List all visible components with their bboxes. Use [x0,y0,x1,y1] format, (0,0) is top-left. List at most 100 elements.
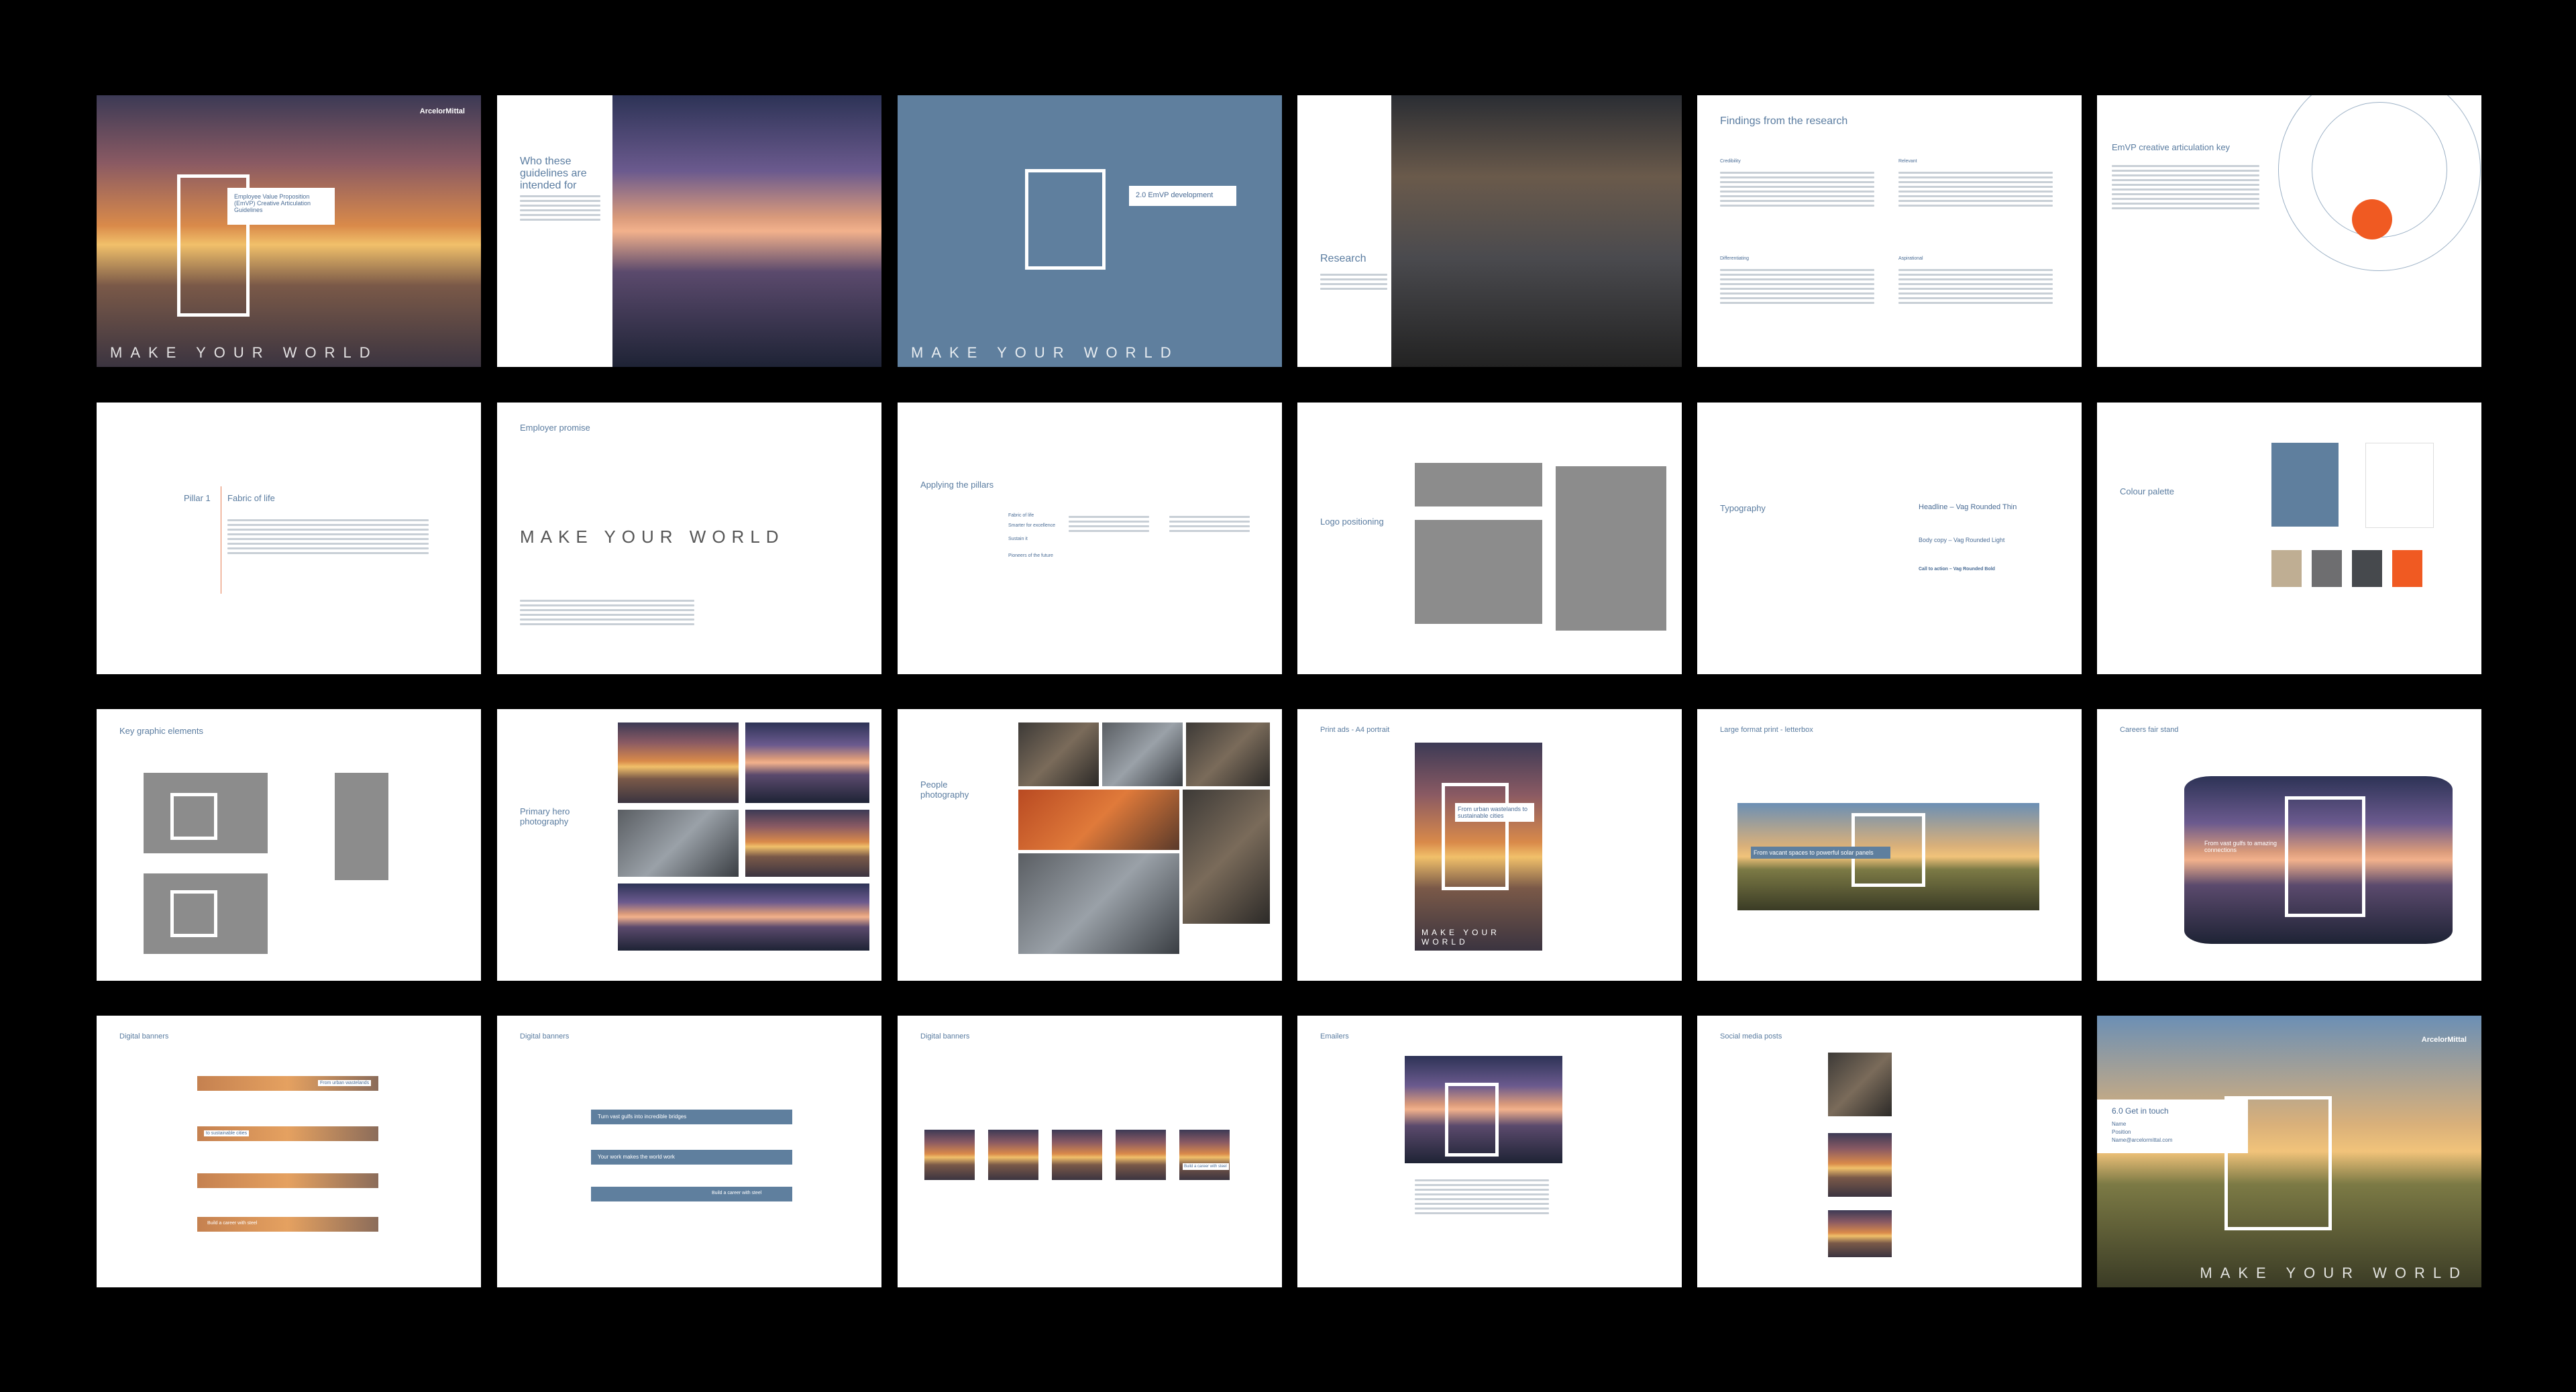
colour-title: Colour palette [2120,486,2174,496]
spread-key[interactable]: EmVP creative articulation key [2097,95,2481,367]
spread-letterbox[interactable]: Large format print - letterbox From vaca… [1697,709,2082,981]
stand-graphic: From vast gulfs to amazing connections [2184,776,2453,944]
spread-emailers[interactable]: Emailers [1297,1016,1682,1287]
people-photo-3 [1186,722,1270,786]
square-banner-2 [988,1130,1038,1180]
findings-body-4 [1898,266,2053,307]
print-ad: From urban wastelands to sustainable cit… [1415,743,1542,951]
findings-heading-2: Relevant [1898,159,1917,164]
social-post-1 [1828,1053,1892,1116]
swatch-gray [2312,550,2342,587]
spread-findings[interactable]: Findings from the research Credibility R… [1697,95,2082,367]
key-center-dot [2352,199,2392,239]
spread-who[interactable]: Who these guidelines are intended for [497,95,881,367]
people-photo-1 [1018,722,1099,786]
spread-logo[interactable]: Logo positioning [1297,403,1682,674]
logo-sample-1 [1415,463,1542,506]
findings-body-1 [1720,169,1874,209]
spread-pillars[interactable]: Applying the pillars Fabric of life Smar… [898,403,1282,674]
findings-body-2 [1898,169,2053,209]
spread-banners3[interactable]: Digital banners Build a career with stee… [898,1016,1282,1287]
findings-body-3 [1720,266,1874,307]
blue-banner-text-3: Build a career with steel [712,1191,762,1195]
emailer-body [1415,1177,1549,1217]
pillars-item-1: Fabric of life [1008,513,1034,518]
key-title: EmVP creative articulation key [2112,142,2231,152]
brand-logo: ArcelorMittal [2421,1036,2467,1044]
research-body [1320,271,1387,292]
spread-typography[interactable]: Typography Headline – Vag Rounded Thin B… [1697,403,2082,674]
contact-box: 6.0 Get in touch Name Position Name@arce… [2097,1100,2248,1153]
banners3-cta: Build a career with steel [1183,1163,1229,1170]
findings-title: Findings from the research [1720,115,1848,127]
findings-heading-1: Credibility [1720,159,1741,164]
print-frame [1442,783,1509,890]
blue-banner-text-1: Turn vast gulfs into incredible bridges [598,1114,687,1120]
brand-logo: ArcelorMittal [419,107,465,115]
spread-social[interactable]: Social media posts [1697,1016,2082,1287]
tagline: MAKE YOUR WORLD [110,344,378,361]
who-body [520,193,600,223]
findings-heading-4: Aspirational [1898,256,1923,261]
pillars-item-2: Smarter for excellence [1008,523,1056,528]
pillar-label: Pillar 1 [184,493,211,503]
spread-banners2[interactable]: Digital banners Turn vast gulfs into inc… [497,1016,881,1287]
graphic-frame-1 [170,793,217,840]
cover-title-box: Employee Value Proposition (EmVP) Creati… [227,188,335,225]
logo-sample-3 [1556,466,1666,631]
people-photo-5 [1183,790,1270,924]
spread-banners1[interactable]: Digital banners From urban wastelands to… [97,1016,481,1287]
spread-hero[interactable]: Primary hero photography [497,709,881,981]
spread-contact[interactable]: ArcelorMittal 6.0 Get in touch Name Posi… [2097,1016,2481,1287]
print-title: Print ads - A4 portrait [1320,726,1390,734]
pillars-item-4: Pioneers of the future [1008,553,1053,558]
typo-cta: Call to action – Vag Rounded Bold [1919,567,1995,572]
people-title: People photography [920,780,969,800]
people-photo-4 [1018,790,1179,850]
square-banner-3 [1052,1130,1102,1180]
pillar-body [227,517,429,557]
tagline: MAKE YOUR WORLD [2200,1265,2468,1281]
key-body [2112,162,2259,212]
print-tagline: MAKE YOUR WORLD [1421,928,1500,947]
hero-photo-3 [618,810,739,877]
letterbox-headline: From vacant spaces to powerful solar pan… [1751,847,1890,859]
emailers-title: Emailers [1320,1032,1349,1040]
findings-heading-3: Differentiating [1720,256,1750,261]
swatch-sand [2271,550,2302,587]
contact-email[interactable]: Name@arcelormittal.com [2112,1137,2172,1143]
logo-sample-2 [1415,520,1542,624]
pillars-body-1 [1069,513,1149,535]
spread-cover[interactable]: ArcelorMittal Employee Value Proposition… [97,95,481,367]
spread-research[interactable]: Research [1297,95,1682,367]
contact-name: Name [2112,1121,2127,1127]
spread-pillar[interactable]: Pillar 1 Fabric of life [97,403,481,674]
spread-people[interactable]: People photography [898,709,1282,981]
promise-tagline: MAKE YOUR WORLD [520,527,785,547]
social-post-3 [1828,1210,1892,1257]
social-title: Social media posts [1720,1032,1782,1040]
letterbox-title: Large format print - letterbox [1720,726,1813,734]
spread-print[interactable]: Print ads - A4 portrait From urban waste… [1297,709,1682,981]
square-banner-5 [1179,1130,1230,1180]
stand-frame [2285,796,2365,917]
spread-promise[interactable]: Employer promise MAKE YOUR WORLD [497,403,881,674]
social-post-2 [1828,1133,1892,1197]
people-photo-6 [1018,853,1179,954]
spread-development[interactable]: 2.0 EmVP development MAKE YOUR WORLD [898,95,1282,367]
square-banner-1 [924,1130,975,1180]
spread-colour[interactable]: Colour palette [2097,403,2481,674]
spread-stand[interactable]: Careers fair stand From vast gulfs to am… [2097,709,2481,981]
blue-banner-3 [591,1187,792,1201]
typo-title: Typography [1720,503,1766,513]
banner-3 [197,1173,378,1188]
typo-headline: Headline – Vag Rounded Thin [1919,503,2017,511]
spread-graphic[interactable]: Key graphic elements [97,709,481,981]
blue-banner-text-2: Your work makes the world work [598,1154,675,1160]
hero-photo-1 [618,722,739,803]
research-title: Research [1320,253,1366,264]
banners1-title: Digital banners [119,1032,169,1040]
swatch-dark [2352,550,2382,587]
people-photo-2 [1102,722,1183,786]
emailer-frame [1445,1083,1499,1157]
